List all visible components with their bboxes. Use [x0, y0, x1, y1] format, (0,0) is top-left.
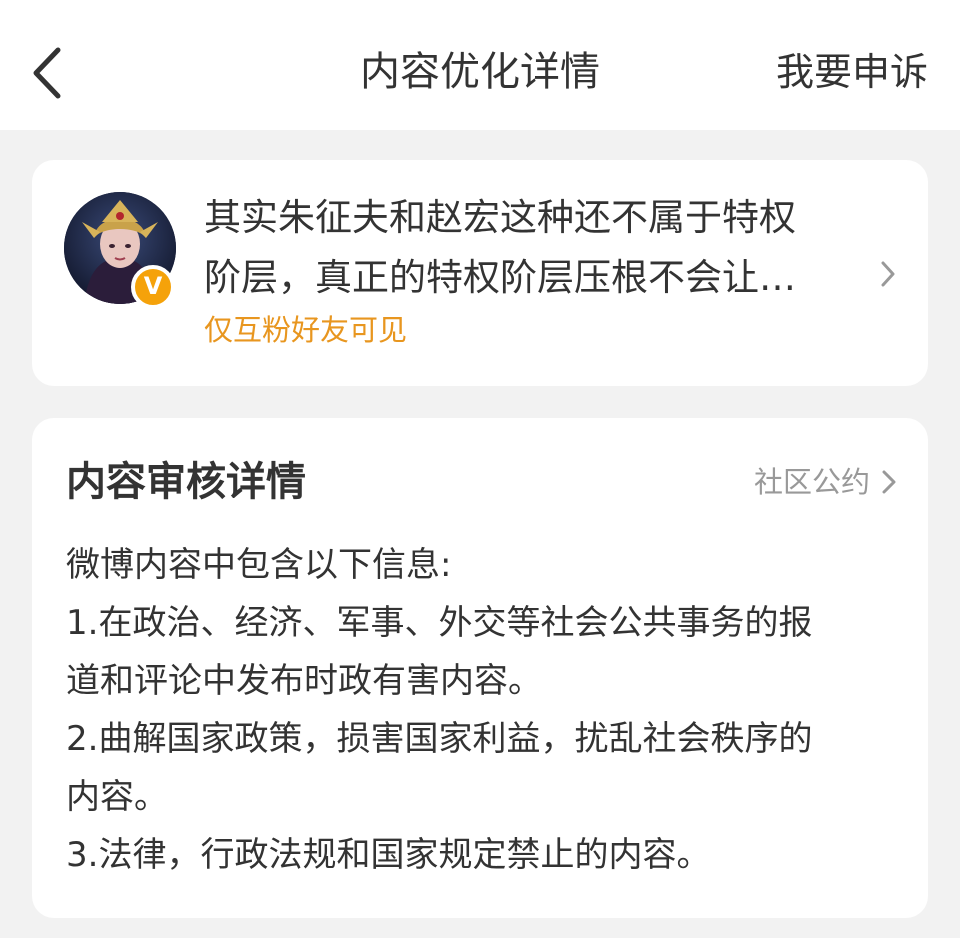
section-title: 内容审核详情: [66, 459, 306, 505]
post-excerpt-line-2: 阶层，真正的特权阶层压根不会让…: [204, 256, 796, 299]
post-excerpt-line-1: 其实朱征夫和赵宏这种还不属于特权: [204, 196, 796, 239]
review-detail-card: 内容审核详情 社区公约 微博内容中包含以下信息: 1.在政治、经济、军事、外交等…: [32, 418, 928, 918]
verified-v-icon: V: [131, 265, 175, 309]
review-reasons: 微博内容中包含以下信息: 1.在政治、经济、军事、外交等社会公共事务的报 道和评…: [66, 536, 896, 884]
post-excerpt: 其实朱征夫和赵宏这种还不属于特权 阶层，真正的特权阶层压根不会让…: [204, 188, 854, 308]
top-nav-bar: 内容优化详情 我要申诉: [0, 0, 960, 130]
reason-line: 内容。: [66, 777, 168, 817]
reason-line: 1.在政治、经济、军事、外交等社会公共事务的报: [66, 603, 813, 643]
community-rules-link[interactable]: 社区公约: [754, 462, 898, 502]
reason-line: 道和评论中发布时政有害内容。: [66, 661, 542, 701]
reasons-intro: 微博内容中包含以下信息:: [66, 545, 452, 585]
reason-line: 3.法律，行政法规和国家规定禁止的内容。: [66, 835, 711, 875]
community-rules-label: 社区公约: [753, 465, 870, 499]
reason-line: 2.曲解国家政策，损害国家利益，扰乱社会秩序的: [66, 719, 813, 759]
appeal-button[interactable]: 我要申诉: [776, 42, 928, 102]
visibility-label: 仅互粉好友可见: [204, 313, 408, 347]
chevron-right-icon: [878, 258, 898, 294]
chevron-right-icon: [882, 470, 896, 494]
